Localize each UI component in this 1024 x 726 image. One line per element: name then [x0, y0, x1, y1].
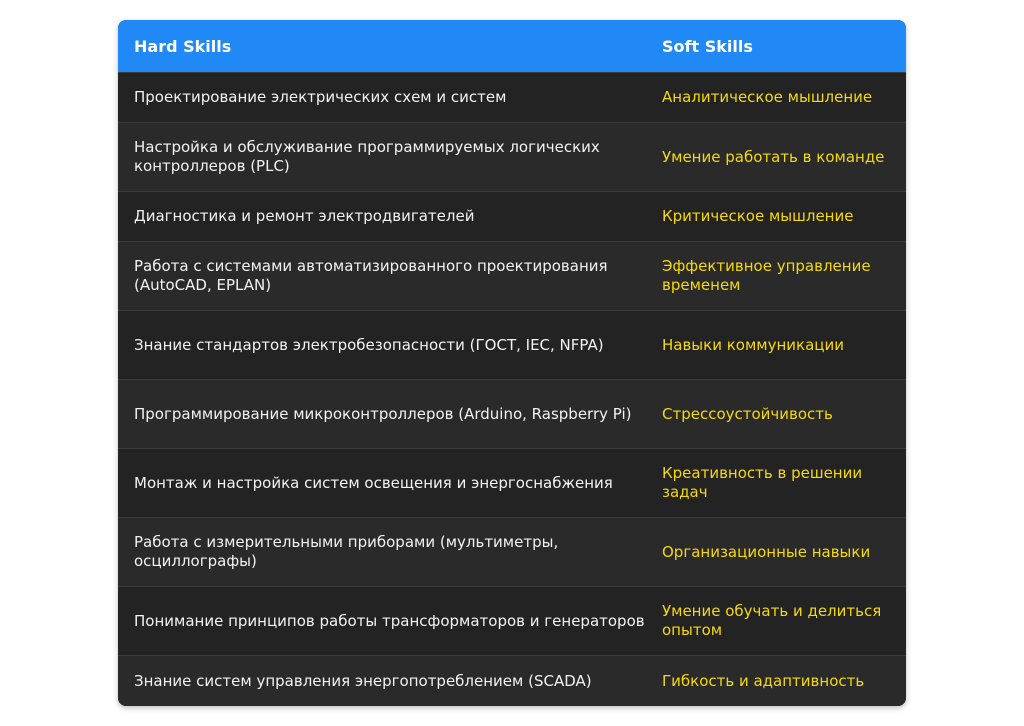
- hard-skill-cell: Работа с измерительными приборами (мульт…: [134, 533, 559, 570]
- hard-skill-cell: Знание систем управления энергопотреблен…: [134, 671, 592, 690]
- hard-skill-cell: Монтаж и настройка систем освещения и эн…: [134, 473, 613, 492]
- hard-skill-cell: Проектирование электрических схем и сист…: [134, 88, 507, 106]
- header-hard-skills: Hard Skills: [134, 36, 232, 56]
- table-row: Монтаж и настройка систем освещения и эн…: [118, 448, 906, 517]
- soft-skill-cell: Эффективное управление временем: [662, 257, 871, 294]
- soft-skill-cell: Навыки коммуникации: [662, 335, 844, 354]
- soft-skill-cell: Аналитическое мышление: [662, 88, 873, 106]
- skills-table: Hard Skills Soft Skills Проектирование э…: [118, 20, 906, 706]
- table-row: Программирование микроконтроллеров (Ardu…: [118, 379, 906, 448]
- soft-skill-cell: Гибкость и адаптивность: [662, 671, 865, 690]
- table-row: Работа с системами автоматизированного п…: [118, 241, 906, 310]
- hard-skill-cell: Понимание принципов работы трансформатор…: [134, 611, 645, 630]
- table-row: Знание стандартов электробезопасности (Г…: [118, 310, 906, 379]
- soft-skill-cell: Креативность в решении задач: [662, 464, 863, 501]
- hard-skill-cell: Программирование микроконтроллеров (Ardu…: [134, 404, 632, 423]
- table-header: Hard Skills Soft Skills: [118, 20, 906, 72]
- table-row: Настройка и обслуживание программируемых…: [118, 122, 906, 191]
- hard-skill-cell: Настройка и обслуживание программируемых…: [134, 138, 600, 175]
- soft-skill-cell: Стрессоустойчивость: [662, 404, 833, 423]
- table-row: Знание систем управления энергопотреблен…: [118, 655, 906, 706]
- hard-skill-cell: Диагностика и ремонт электродвигателей: [134, 207, 475, 225]
- soft-skill-cell: Критическое мышление: [662, 207, 854, 225]
- header-soft-skills: Soft Skills: [662, 36, 753, 56]
- hard-skill-cell: Знание стандартов электробезопасности (Г…: [134, 335, 604, 354]
- soft-skill-cell: Умение обучать и делиться опытом: [662, 602, 882, 639]
- hard-skill-cell: Работа с системами автоматизированного п…: [134, 257, 608, 294]
- soft-skill-cell: Умение работать в команде: [662, 147, 885, 166]
- table-row: Диагностика и ремонт электродвигателей К…: [118, 191, 906, 241]
- table-row: Работа с измерительными приборами (мульт…: [118, 517, 906, 586]
- table-row: Проектирование электрических схем и сист…: [118, 72, 906, 122]
- soft-skill-cell: Организационные навыки: [662, 542, 871, 561]
- table-row: Понимание принципов работы трансформатор…: [118, 586, 906, 655]
